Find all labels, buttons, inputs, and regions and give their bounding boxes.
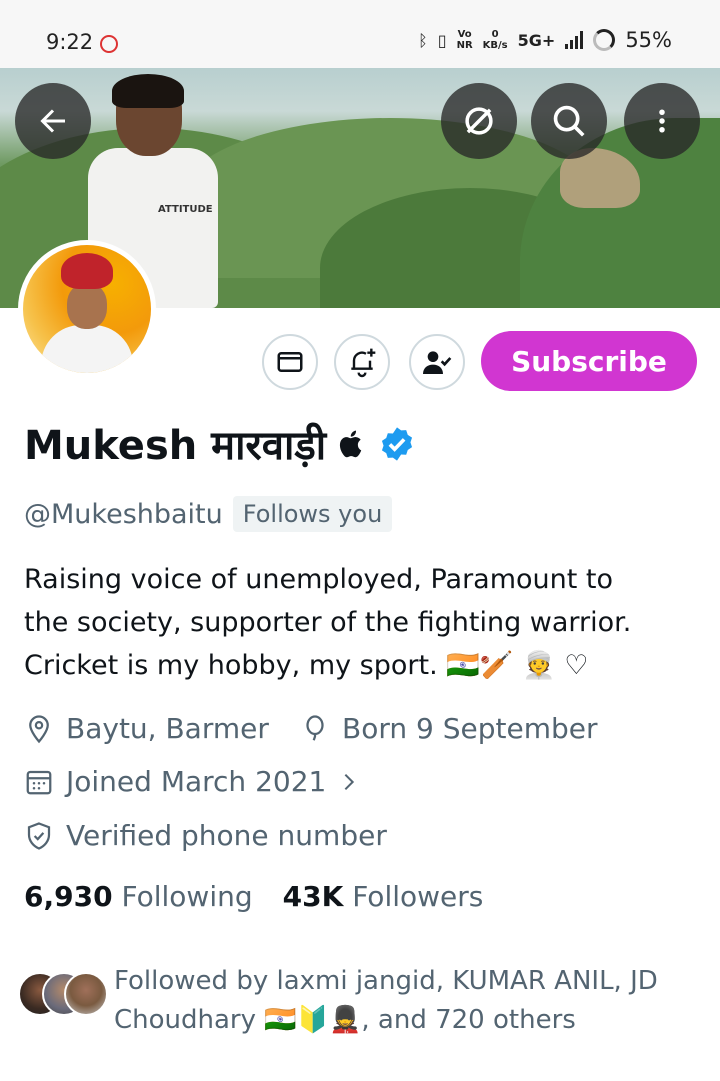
- arrow-left-icon: [40, 109, 65, 133]
- search-icon: [553, 105, 585, 137]
- balloon-icon: [306, 714, 324, 741]
- followed-by-text: Followed by laxmi jangid, KUMAR ANIL, JD…: [114, 962, 704, 1040]
- followed-by-line: Followed by laxmi jangid, KUMAR ANIL, JD: [114, 966, 658, 996]
- network-type: 5G+: [517, 30, 556, 50]
- profile-bio: Raising voice of unemployed, Paramount t…: [24, 558, 704, 687]
- followers-label: Followers: [352, 880, 484, 913]
- banner-shirt-text: ATTITUDE: [158, 204, 213, 215]
- avatar-face: [67, 283, 107, 329]
- user-check-icon: [423, 351, 452, 374]
- message-button[interactable]: [262, 334, 318, 390]
- birthday-item: Born 9 September: [300, 712, 598, 745]
- grok-icon: [465, 107, 493, 135]
- verified-phone-item: Verified phone number: [24, 819, 387, 852]
- handle-row: @Mukeshbaitu Follows you: [24, 496, 393, 532]
- data-speed: 0 KB/s: [483, 29, 508, 51]
- verified-phone-text: Verified phone number: [66, 819, 387, 852]
- data-speed-unit: KB/s: [482, 40, 508, 51]
- shield-check-icon: [27, 821, 51, 850]
- data-speed-value: 0: [491, 29, 499, 40]
- bluetooth-icon: ᛒ: [418, 30, 428, 50]
- location-pin-icon: [29, 714, 49, 743]
- avatar-body: [41, 325, 133, 373]
- verified-badge-icon[interactable]: [378, 425, 416, 463]
- more-vertical-icon: [659, 109, 665, 133]
- joined-text: Joined March 2021: [66, 765, 327, 798]
- subscribe-button[interactable]: Subscribe: [481, 331, 697, 391]
- following-link[interactable]: 6,930 Following: [24, 880, 253, 913]
- notification-icon: [100, 35, 118, 53]
- banner-hair: [112, 74, 184, 108]
- bio-line: Raising voice of unemployed, Paramount t…: [24, 564, 614, 595]
- grok-button[interactable]: [441, 83, 517, 159]
- location-item: Baytu, Barmer: [24, 712, 269, 745]
- bio-line: the society, supporter of the fighting w…: [24, 607, 632, 638]
- battery-icon: [593, 29, 616, 51]
- joined-item[interactable]: Joined March 2021: [24, 765, 360, 798]
- status-time: 9:22: [46, 30, 94, 54]
- followed-by-avatars: [18, 972, 110, 1022]
- search-button[interactable]: [531, 83, 607, 159]
- follow-counts: 6,930 Following 43K Followers: [24, 880, 483, 913]
- apple-icon: [340, 430, 362, 457]
- calendar-icon: [26, 770, 52, 794]
- notifications-button[interactable]: [334, 334, 390, 390]
- followers-count: 43K: [282, 880, 344, 913]
- bio-line: Cricket is my hobby, my sport. 🇮🇳🏏 👳 ♡: [24, 650, 589, 681]
- avatar: [64, 972, 108, 1016]
- status-bar: 9:22 ᛒ ▯ Vo NR 0 KB/s 5G+ 55%: [0, 0, 720, 68]
- profile-name: Mukesh मारवाड़ी: [24, 423, 327, 469]
- back-button[interactable]: [15, 83, 91, 159]
- bell-plus-icon: [351, 348, 376, 378]
- more-options-button[interactable]: [624, 83, 700, 159]
- status-icons: ᛒ ▯ Vo NR 0 KB/s 5G+ 55%: [418, 28, 672, 52]
- location-text: Baytu, Barmer: [66, 712, 269, 745]
- following-count: 6,930: [24, 880, 113, 913]
- envelope-icon: [277, 352, 303, 372]
- followers-link[interactable]: 43K Followers: [283, 880, 484, 913]
- followed-by-line: Choudhary 🇮🇳🔰💂, and 720 others: [114, 1005, 576, 1035]
- birthday-text: Born 9 September: [342, 712, 598, 745]
- battery-level: 55%: [625, 28, 672, 52]
- following-button[interactable]: [409, 334, 465, 390]
- follows-you-badge: Follows you: [232, 496, 393, 532]
- vibrate-icon: ▯: [437, 30, 447, 50]
- following-label: Following: [121, 880, 253, 913]
- profile-avatar[interactable]: [18, 240, 156, 378]
- avatar-turban: [61, 253, 113, 289]
- chevron-right-icon: [344, 773, 355, 790]
- volte-indicator: Vo NR: [456, 29, 473, 51]
- signal-icon: [565, 31, 584, 49]
- profile-name-row: Mukesh मारवाड़ी: [24, 416, 416, 471]
- profile-handle: @Mukeshbaitu: [24, 498, 223, 530]
